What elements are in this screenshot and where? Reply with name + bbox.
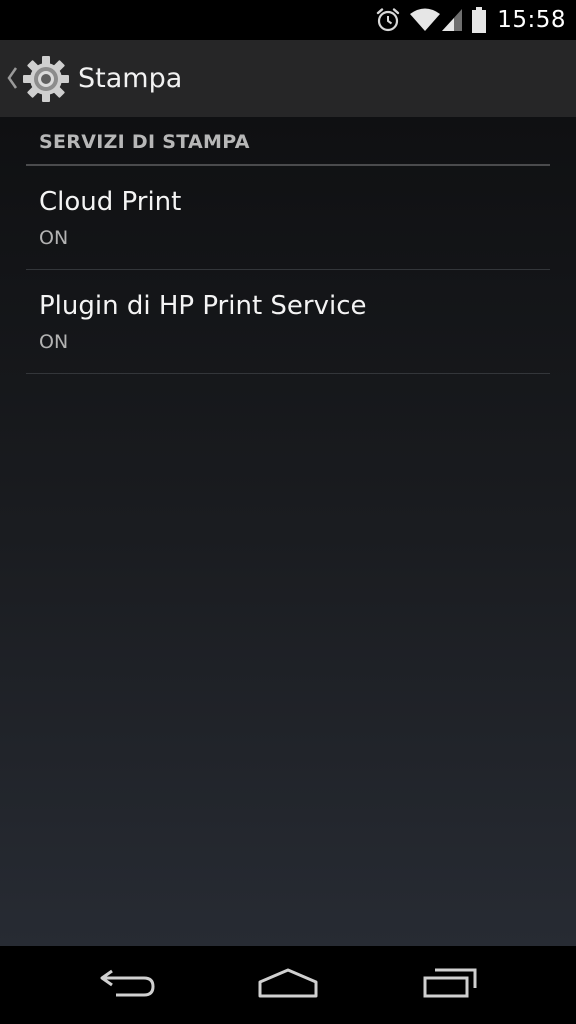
up-caret-icon [6,66,18,94]
section-header: SERVIZI DI STAMPA [39,131,250,153]
pref-item-hp-print-service[interactable]: Plugin di HP Print Service ON [0,271,576,374]
up-button[interactable] [0,40,72,117]
pref-title: Cloud Print [39,187,182,217]
status-time: 15:58 [497,7,566,33]
wifi-icon [409,7,441,33]
screen: 15:58 Stampa SERVIZI DI STAMPA Cloud Pri… [0,0,576,1024]
settings-gear-icon [22,55,70,107]
pref-summary: ON [39,227,69,249]
recents-button[interactable] [390,946,510,1024]
status-bar: 15:58 [0,0,576,40]
cell-signal-icon [441,7,463,33]
section-divider [26,164,550,166]
back-button[interactable] [68,946,188,1024]
status-icons: 15:58 [367,0,566,40]
battery-icon [471,6,487,34]
back-icon [98,966,158,1004]
action-bar: Stampa [0,40,576,118]
list-divider [26,269,550,270]
home-icon [257,966,319,1004]
navigation-bar [0,946,576,1024]
home-button[interactable] [228,946,348,1024]
list-divider [26,373,550,374]
settings-content: SERVIZI DI STAMPA Cloud Print ON Plugin … [0,117,576,946]
recents-icon [421,966,479,1004]
pref-summary: ON [39,331,69,353]
alarm-icon [375,7,401,33]
page-title: Stampa [78,63,183,94]
pref-title: Plugin di HP Print Service [39,291,367,321]
pref-item-cloud-print[interactable]: Cloud Print ON [0,167,576,270]
